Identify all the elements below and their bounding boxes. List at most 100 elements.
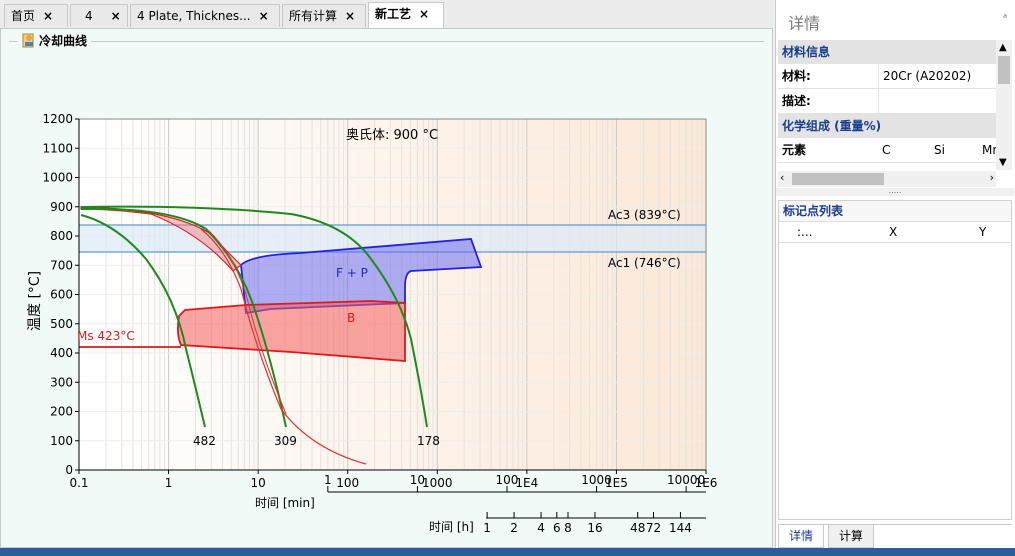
col-index[interactable]: :...: [797, 222, 813, 242]
x-ticks: 0.1 1 10 100 1000 1E4 1E5 1E6: [69, 470, 717, 490]
tab-details[interactable]: 详情: [778, 525, 825, 548]
tab-label: 4: [85, 9, 93, 23]
close-icon[interactable]: ×: [345, 9, 355, 23]
y-axis-label: 温度 [°C]: [27, 271, 43, 331]
close-icon[interactable]: ×: [43, 9, 53, 23]
y-ticks: 0 100 200 300 400 500 600 700 800 900 1000 1100 1200: [42, 112, 79, 477]
hours-tick-label: 8: [564, 521, 572, 535]
x-tick-label: 1E4: [515, 476, 538, 490]
panel-splitter[interactable]: .....: [776, 187, 1014, 196]
y-tick-label: 1200: [42, 112, 73, 126]
bainite-label: B: [347, 311, 355, 325]
hours-tick-label: 2: [510, 521, 518, 535]
element-row: 元素 C Si Mr: [778, 138, 996, 163]
minutes-tick-label: 1: [324, 473, 332, 487]
hours-tick-label: 72: [646, 521, 661, 535]
tab-all-calculations[interactable]: 所有计算 ×: [282, 4, 366, 27]
marker-list: 标记点列表 :... X Y: [778, 200, 1012, 520]
description-value: [878, 89, 883, 113]
fp-label: F + P: [336, 266, 368, 280]
curve-label-178: 178: [417, 434, 440, 448]
tab-label: 新工艺: [375, 7, 412, 21]
close-icon[interactable]: ×: [111, 9, 121, 23]
x-tick-label: 10: [251, 476, 266, 490]
marker-list-title: 标记点列表: [779, 201, 1011, 222]
ac3-label: Ac3 (839°C): [608, 208, 681, 222]
tab-new-process[interactable]: 新工艺 ×: [368, 2, 444, 29]
horizontal-scrollbar[interactable]: ‹ ›: [778, 171, 996, 187]
material-key: 材料:: [782, 69, 811, 83]
hours-axis-label: 时间 [h]: [429, 520, 474, 534]
close-icon[interactable]: ×: [259, 9, 269, 23]
element-c: C: [882, 143, 891, 157]
pin-icon[interactable]: ᵃ: [1003, 13, 1007, 24]
material-section-header[interactable]: 材料信息: [778, 40, 996, 64]
tab-label: 所有计算: [289, 9, 338, 23]
y-tick-label: 500: [50, 317, 73, 331]
material-row[interactable]: 材料: 20Cr (A20202): [778, 64, 996, 89]
property-grid: 材料信息 材料: 20Cr (A20202) 描述: 化学组成 (重量%) 元素…: [778, 40, 996, 170]
element-key: 元素: [782, 143, 807, 157]
y-tick-label: 700: [50, 258, 73, 272]
hours-ticks: 1 2 4 6 8 16 48 72 144: [483, 512, 692, 535]
y-tick-label: 1100: [42, 141, 73, 155]
scroll-left-icon[interactable]: ‹: [780, 171, 784, 184]
x-tick-label: 1000: [422, 476, 453, 490]
ms-label: Ms 423°C: [77, 329, 135, 343]
x-tick-label: 1: [165, 476, 173, 490]
curve-label-309: 309: [274, 434, 297, 448]
col-y[interactable]: Y: [979, 222, 986, 242]
material-value: 20Cr (A20202): [878, 64, 971, 88]
y-tick-label: 900: [50, 200, 73, 214]
tab-calculation[interactable]: 计算: [828, 525, 875, 548]
document-tab-bar: 首页 × 4 × 4 Plate, Thicknes... × 所有计算 × 新工艺 ×: [0, 0, 773, 29]
scroll-down-icon[interactable]: ▼: [999, 157, 1007, 168]
curve-label-482: 482: [193, 434, 216, 448]
close-icon[interactable]: ×: [419, 7, 429, 21]
description-key: 描述:: [782, 94, 811, 108]
hours-tick-label: 1: [483, 521, 491, 535]
description-row[interactable]: 描述:: [778, 89, 996, 114]
austenite-label: 奥氏体: 900 °C: [346, 128, 438, 143]
minutes-axis-label: 时间 [min]: [255, 496, 315, 510]
y-tick-label: 200: [50, 405, 73, 419]
scroll-up-icon[interactable]: ▲: [999, 42, 1007, 53]
scroll-right-icon[interactable]: ›: [990, 171, 994, 184]
y-tick-label: 0: [65, 463, 73, 477]
col-x[interactable]: X: [889, 222, 897, 242]
ac1-label: Ac1 (746°C): [608, 256, 681, 270]
y-tick-label: 300: [50, 375, 73, 389]
x-tick-label: 0.1: [69, 476, 88, 490]
minutes-tick-label: 10000: [667, 473, 705, 487]
tab-label: 首页: [11, 9, 36, 23]
chemical-section-header[interactable]: 化学组成 (重量%): [778, 114, 996, 138]
element-si: Si: [934, 143, 945, 157]
details-panel: 详情 ᵃ 材料信息 材料: 20Cr (A20202) 描述: 化学组成 (重量…: [775, 0, 1015, 548]
x-tick-label: 100: [336, 476, 359, 490]
hours-tick-label: 6: [553, 521, 561, 535]
scroll-thumb[interactable]: [998, 56, 1010, 84]
hours-tick-label: 4: [537, 521, 545, 535]
minutes-tick-label: 100: [496, 473, 519, 487]
minutes-tick-label: 10: [410, 473, 425, 487]
y-tick-label: 100: [50, 434, 73, 448]
y-tick-label: 600: [50, 288, 73, 302]
tab-plate[interactable]: 4 Plate, Thicknes... ×: [130, 4, 280, 27]
cct-chart: 0100200300400500600700800900100011001200…: [27, 112, 717, 535]
marker-list-header: :... X Y: [779, 222, 1011, 243]
hours-tick-label: 16: [587, 521, 602, 535]
minutes-tick-label: 1000: [581, 473, 612, 487]
y-tick-label: 400: [50, 346, 73, 360]
vertical-scrollbar[interactable]: ▲ ▼: [996, 40, 1012, 170]
tab-4[interactable]: 4 ×: [70, 4, 128, 27]
hours-tick-label: 144: [669, 521, 692, 535]
tab-label: 4 Plate, Thicknes...: [137, 9, 251, 23]
y-tick-label: 800: [50, 229, 73, 243]
window-bottom-border: [0, 548, 1015, 556]
tab-home[interactable]: 首页 ×: [4, 4, 68, 27]
details-title: 详情: [788, 14, 821, 33]
element-mn: Mr: [982, 143, 996, 157]
scroll-thumb-h[interactable]: [792, 173, 884, 185]
y-tick-label: 1000: [42, 171, 73, 185]
main-panel: 冷却曲线 0 100 200 300 400 500 600 700 800 900 1000 110…: [0, 28, 773, 548]
